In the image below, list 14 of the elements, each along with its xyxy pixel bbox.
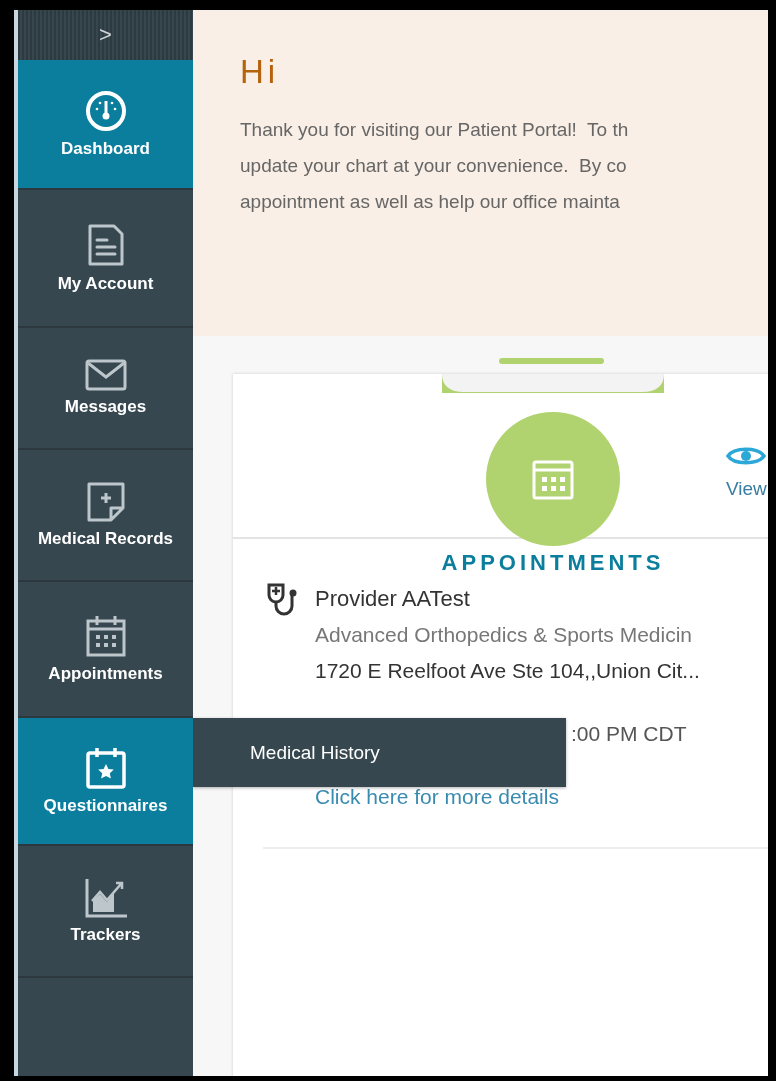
nav-item[interactable]: Dashboard: [18, 60, 193, 190]
address-text: 1720 E Reelfoot Ave Ste 104,,Union Cit...: [315, 658, 700, 684]
welcome-text: update your chart at your convenience. By co: [240, 154, 627, 178]
welcome-text: appointment as well as help our office mainta: [240, 190, 620, 214]
appointment-time: :00 PM CDT: [571, 721, 687, 747]
provider-name: Provider AATest: [315, 585, 470, 613]
welcome-text: Thank you for visiting our Patient Portal! To th: [240, 118, 629, 142]
practice-name: Advanced Orthopedics & Sports Medicin: [315, 622, 693, 648]
nav-item[interactable]: Questionnaires: [18, 718, 193, 846]
card-title: APPOINTMENTS: [441, 550, 665, 576]
greeting-heading: Hi: [240, 52, 281, 92]
menu-item[interactable]: Medical History: [250, 741, 380, 764]
expand-toggle[interactable]: >: [18, 10, 193, 60]
view-link[interactable]: View: [726, 478, 767, 500]
